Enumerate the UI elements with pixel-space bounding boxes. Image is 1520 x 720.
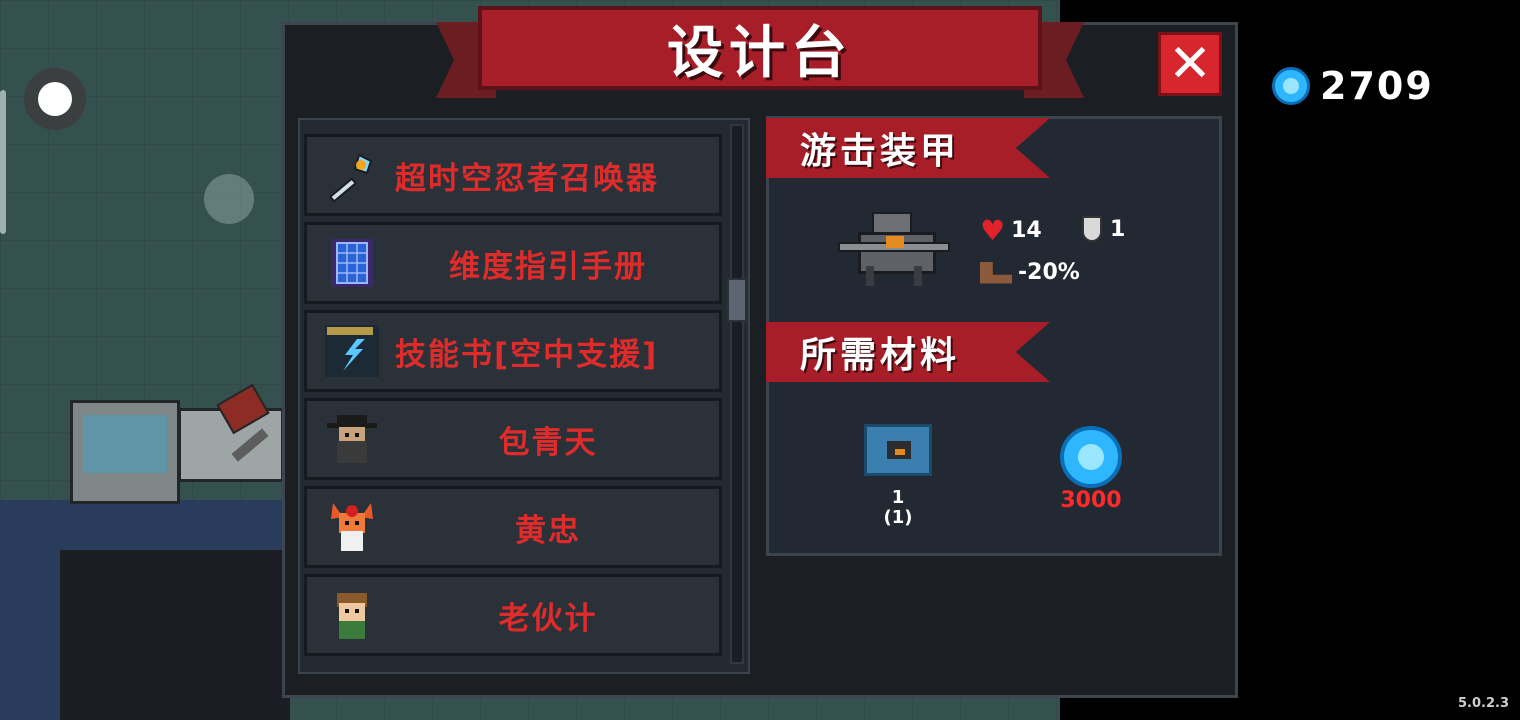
recipe-item[interactable]: 老伙计 [304, 574, 722, 656]
close-button[interactable]: ✕ [1158, 32, 1222, 96]
gem-icon [1060, 426, 1122, 488]
item-name-banner: 游击装甲 [766, 118, 1050, 178]
recipe-item[interactable]: 包青天 [304, 398, 722, 480]
material-required: 1 [891, 487, 905, 508]
bearded-hero-icon [323, 411, 381, 467]
recipe-label: 包青天 [498, 424, 598, 461]
wand-icon [323, 147, 381, 203]
mech-core [886, 236, 904, 248]
gem-cost: 3000 [1060, 488, 1122, 513]
faded-orb [204, 174, 254, 224]
dark-floor [60, 550, 290, 720]
recipe-label: 老伙计 [498, 600, 598, 637]
grid-book-icon [323, 235, 381, 291]
side-scroll-indicator [0, 90, 6, 234]
materials-heading: 所需材料 [800, 335, 961, 376]
armor-stat: 1 [1082, 216, 1125, 242]
monitor-screen [83, 415, 167, 473]
currency-display: 2709 [1272, 64, 1434, 108]
heart-icon: ♥ [980, 214, 1006, 247]
boot-icon [980, 261, 1012, 284]
mech-turret [872, 212, 912, 234]
lightning-book-icon [323, 323, 381, 379]
page-title: 设计台 [667, 20, 853, 86]
recipe-item[interactable]: 维度指引手册 [304, 222, 722, 304]
computer-monitor [70, 400, 180, 504]
health-value: 14 [1011, 218, 1042, 243]
recipe-label: 超时空忍者召唤器 [395, 160, 659, 197]
recipe-item[interactable]: 黄忠 [304, 486, 722, 568]
scrollbar-thumb[interactable] [727, 278, 747, 322]
gem-icon [1272, 67, 1310, 105]
materials-banner: 所需材料 [766, 322, 1050, 382]
shield-icon [1082, 216, 1102, 242]
recipe-item[interactable]: 技能书[空中支援] [304, 310, 722, 392]
recipe-scrollbar[interactable] [730, 124, 744, 664]
gem-count: 2709 [1320, 64, 1434, 108]
mech-armor-icon [838, 212, 950, 288]
material-owned: (1) [883, 507, 913, 528]
mech-blueprint-icon[interactable] [864, 424, 932, 476]
brown-hair-hero-icon [323, 587, 381, 643]
armor-value: 1 [1110, 216, 1126, 242]
mech-leg [914, 266, 922, 286]
recipe-item[interactable]: 超时空忍者召唤器 [304, 134, 722, 216]
mech-leg [866, 266, 874, 286]
selected-item-name: 游击装甲 [800, 131, 961, 172]
recipe-label: 维度指引手册 [449, 248, 647, 285]
recipe-label: 黄忠 [515, 512, 581, 549]
version-label: 5.0.2.3 [1458, 696, 1509, 711]
speed-stat: -20% [980, 260, 1080, 285]
fox-warrior-icon [323, 499, 381, 555]
title-banner: 设计台 [478, 6, 1042, 90]
speed-value: -20% [1018, 260, 1080, 285]
recipe-label: 技能书[空中支援] [395, 336, 659, 373]
health-stat: ♥ 14 [980, 214, 1042, 247]
joystick-knob-icon[interactable] [38, 82, 72, 116]
material-count: 1 (1) [864, 488, 932, 528]
